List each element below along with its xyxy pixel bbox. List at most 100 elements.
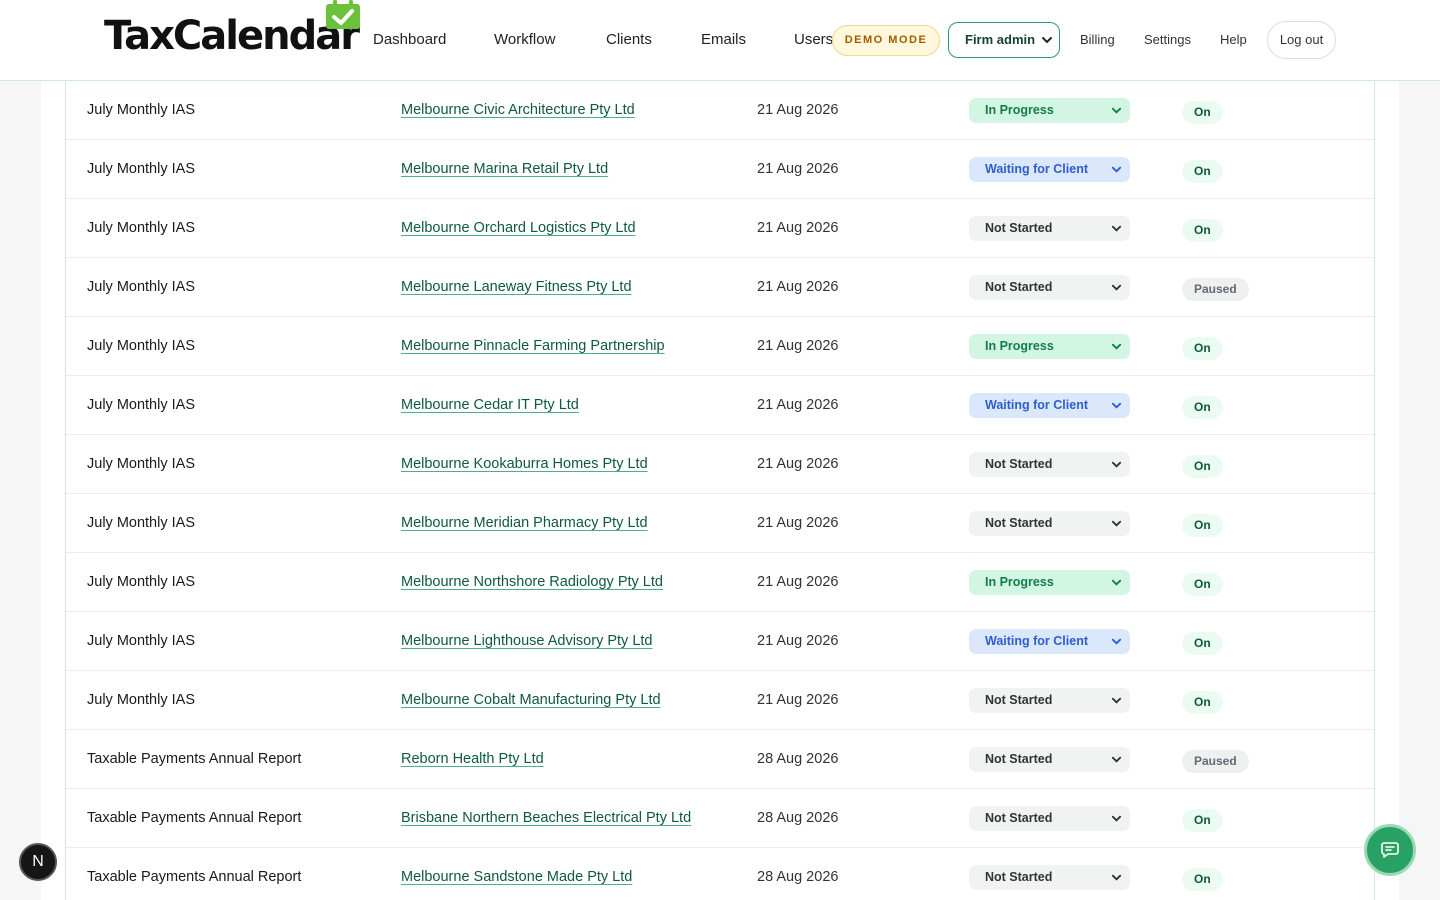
reminder-badge[interactable]: On: [1182, 455, 1223, 478]
reminder-badge[interactable]: On: [1182, 337, 1223, 360]
status-select[interactable]: In Progress: [969, 334, 1130, 359]
nav-help[interactable]: Help: [1220, 32, 1247, 48]
table-row: July Monthly IAS Melbourne Civic Architec…: [66, 81, 1374, 140]
nav-billing[interactable]: Billing: [1080, 32, 1115, 48]
deadlines-table: July Monthly IAS Melbourne Civic Architec…: [65, 81, 1375, 900]
task-name: Taxable Payments Annual Report: [87, 810, 302, 826]
table-row: July Monthly IAS Melbourne Lighthouse Adv…: [66, 612, 1374, 671]
status-select[interactable]: Waiting for Client: [969, 629, 1130, 654]
chevron-down-icon: [1111, 461, 1122, 468]
nav-settings[interactable]: Settings: [1144, 32, 1191, 48]
nav-users[interactable]: Users: [794, 31, 833, 49]
client-link[interactable]: Melbourne Marina Retail Pty Ltd: [401, 140, 608, 198]
status-select[interactable]: Not Started: [969, 216, 1130, 241]
status-select[interactable]: Not Started: [969, 747, 1130, 772]
reminder-badge[interactable]: On: [1182, 691, 1223, 714]
reminder-badge[interactable]: On: [1182, 101, 1223, 124]
due-date: 21 Aug 2026: [757, 633, 839, 649]
nav-clients[interactable]: Clients: [606, 31, 652, 49]
status-select[interactable]: Waiting for Client: [969, 157, 1130, 182]
reminder-badge[interactable]: Paused: [1182, 750, 1249, 773]
reminder-badge[interactable]: On: [1182, 514, 1223, 537]
due-date: 21 Aug 2026: [757, 161, 839, 177]
chevron-down-icon: [1111, 520, 1122, 527]
chat-icon: [1381, 842, 1399, 858]
chat-button[interactable]: [1364, 824, 1416, 876]
task-name: July Monthly IAS: [87, 102, 195, 118]
status-select[interactable]: Not Started: [969, 275, 1130, 300]
status-value: Not Started: [985, 752, 1053, 766]
reminder-badge[interactable]: On: [1182, 573, 1223, 596]
client-link[interactable]: Melbourne Pinnacle Farming Partnership: [401, 317, 665, 375]
table-row: July Monthly IAS Melbourne Orchard Logist…: [66, 199, 1374, 258]
task-name: July Monthly IAS: [87, 456, 195, 472]
due-date: 28 Aug 2026: [757, 869, 839, 885]
reminder-badge[interactable]: Paused: [1182, 278, 1249, 301]
status-select[interactable]: Waiting for Client: [969, 393, 1130, 418]
status-select[interactable]: Not Started: [969, 865, 1130, 890]
status-value: Not Started: [985, 811, 1053, 825]
status-select[interactable]: Not Started: [969, 511, 1130, 536]
status-select[interactable]: Not Started: [969, 452, 1130, 477]
due-date: 21 Aug 2026: [757, 692, 839, 708]
next-dev-badge[interactable]: N: [19, 843, 57, 881]
task-name: July Monthly IAS: [87, 279, 195, 295]
nav-emails[interactable]: Emails: [701, 31, 746, 49]
chevron-down-icon: [1111, 402, 1122, 409]
table-row: July Monthly IAS Melbourne Cedar IT Pty L…: [66, 376, 1374, 435]
status-select[interactable]: In Progress: [969, 98, 1130, 123]
client-link[interactable]: Melbourne Civic Architecture Pty Ltd: [401, 81, 635, 139]
reminder-badge[interactable]: On: [1182, 632, 1223, 655]
nav-workflow[interactable]: Workflow: [494, 31, 555, 49]
reminder-badge[interactable]: On: [1182, 160, 1223, 183]
nav-dashboard[interactable]: Dashboard: [373, 31, 446, 49]
task-name: July Monthly IAS: [87, 338, 195, 354]
table-row: July Monthly IAS Melbourne Northshore Rad…: [66, 553, 1374, 612]
client-link[interactable]: Melbourne Meridian Pharmacy Pty Ltd: [401, 494, 648, 552]
client-link[interactable]: Melbourne Kookaburra Homes Pty Ltd: [401, 435, 648, 493]
chevron-down-icon: [1111, 107, 1122, 114]
client-link[interactable]: Reborn Health Pty Ltd: [401, 730, 544, 788]
client-link[interactable]: Brisbane Northern Beaches Electrical Pty…: [401, 789, 691, 847]
task-name: July Monthly IAS: [87, 161, 195, 177]
status-value: Not Started: [985, 221, 1053, 235]
status-select[interactable]: Not Started: [969, 688, 1130, 713]
status-select[interactable]: In Progress: [969, 570, 1130, 595]
client-link[interactable]: Melbourne Sandstone Made Pty Ltd: [401, 848, 632, 900]
client-link[interactable]: Melbourne Cobalt Manufacturing Pty Ltd: [401, 671, 661, 729]
table-row: July Monthly IAS Melbourne Laneway Fitnes…: [66, 258, 1374, 317]
client-link[interactable]: Melbourne Lighthouse Advisory Pty Ltd: [401, 612, 652, 670]
reminder-badge[interactable]: On: [1182, 809, 1223, 832]
table-row: Taxable Payments Annual Report Melbourne …: [66, 848, 1374, 900]
client-link[interactable]: Melbourne Cedar IT Pty Ltd: [401, 376, 579, 434]
calendar-check-icon: [326, 0, 360, 29]
task-name: July Monthly IAS: [87, 574, 195, 590]
chevron-down-icon: [1111, 166, 1122, 173]
due-date: 21 Aug 2026: [757, 220, 839, 236]
task-name: July Monthly IAS: [87, 515, 195, 531]
task-name: July Monthly IAS: [87, 633, 195, 649]
status-select[interactable]: Not Started: [969, 806, 1130, 831]
logout-button[interactable]: Log out: [1267, 21, 1336, 59]
chevron-down-icon: [1111, 874, 1122, 881]
due-date: 21 Aug 2026: [757, 279, 839, 295]
chevron-down-icon: [1111, 638, 1122, 645]
client-link[interactable]: Melbourne Orchard Logistics Pty Ltd: [401, 199, 636, 257]
firm-role-select[interactable]: Firm admin: [948, 22, 1060, 58]
reminder-badge[interactable]: On: [1182, 219, 1223, 242]
reminder-badge[interactable]: On: [1182, 868, 1223, 891]
top-header: TaxCalendar Dashboard Workflow Clients E…: [0, 0, 1440, 81]
logo-text: TaxCalendar: [104, 13, 360, 59]
client-link[interactable]: Melbourne Laneway Fitness Pty Ltd: [401, 258, 632, 316]
status-value: Waiting for Client: [985, 634, 1088, 648]
table-row: Taxable Payments Annual Report Reborn Hea…: [66, 730, 1374, 789]
task-name: July Monthly IAS: [87, 692, 195, 708]
task-name: Taxable Payments Annual Report: [87, 751, 302, 767]
due-date: 21 Aug 2026: [757, 397, 839, 413]
due-date: 21 Aug 2026: [757, 338, 839, 354]
chevron-down-icon: [1111, 343, 1122, 350]
task-name: Taxable Payments Annual Report: [87, 869, 302, 885]
client-link[interactable]: Melbourne Northshore Radiology Pty Ltd: [401, 553, 663, 611]
reminder-badge[interactable]: On: [1182, 396, 1223, 419]
table-row: Taxable Payments Annual Report Brisbane N…: [66, 789, 1374, 848]
